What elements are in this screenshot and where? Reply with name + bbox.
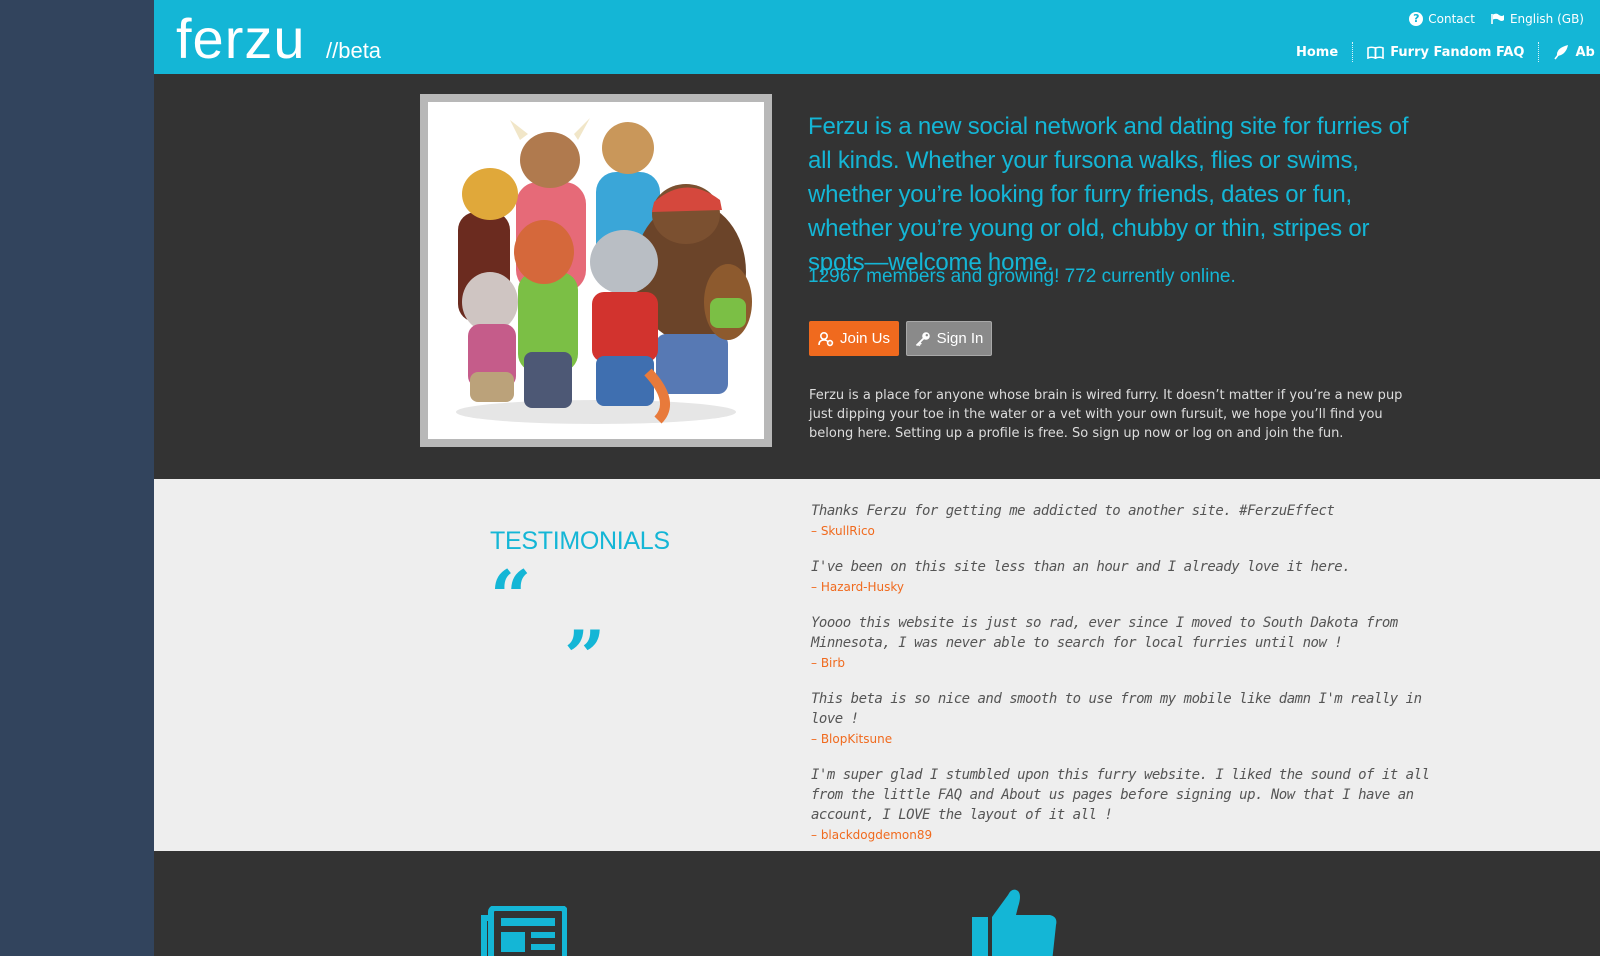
features-section <box>154 851 1600 956</box>
testimonial-item: This beta is so nice and smooth to use f… <box>811 689 1431 749</box>
language-label: English (GB) <box>1509 12 1584 26</box>
sign-in-label: Sign In <box>936 330 984 347</box>
hero-intro-text: Ferzu is a place for anyone whose brain … <box>809 388 1403 441</box>
hero-artwork <box>428 102 764 439</box>
flag-icon <box>1491 13 1504 24</box>
top-links: ? Contact English (GB) <box>1409 12 1584 26</box>
main-nav: Home Furry Fandom FAQ Ab <box>1282 42 1600 62</box>
user-plus-icon <box>818 331 834 346</box>
nav-home-label: Home <box>1296 44 1339 60</box>
testimonial-item: I've been on this site less than an hour… <box>811 557 1431 597</box>
left-sidebar <box>0 0 154 956</box>
testimonial-text: I'm super glad I stumbled upon this furr… <box>811 767 1430 823</box>
site-header: ferzu //beta ? Contact English (GB) Home <box>154 0 1600 74</box>
contact-link[interactable]: ? Contact <box>1409 12 1475 26</box>
testimonial-text: Yoooo this website is just so rad, ever … <box>811 615 1398 651</box>
feather-icon <box>1554 45 1569 60</box>
hero-tagline: Ferzu is a new social network and dating… <box>808 113 1409 276</box>
nav-faq[interactable]: Furry Fandom FAQ <box>1353 45 1538 60</box>
logo-beta-label: //beta <box>326 38 382 63</box>
testimonial-text: I've been on this site less than an hour… <box>811 559 1351 575</box>
testimonial-text: This beta is so nice and smooth to use f… <box>811 691 1422 727</box>
book-icon <box>1367 45 1384 59</box>
join-us-label: Join Us <box>839 330 891 347</box>
nav-about[interactable]: Ab <box>1539 44 1600 60</box>
testimonial-author[interactable]: – Hazard-Husky <box>811 577 1431 597</box>
language-selector[interactable]: English (GB) <box>1491 12 1584 26</box>
hero-section: Ferzu is a new social network and dating… <box>154 74 1600 479</box>
contact-label: Contact <box>1428 12 1475 26</box>
help-circle-icon: ? <box>1409 12 1424 26</box>
newspaper-icon <box>481 906 567 956</box>
join-us-button[interactable]: Join Us <box>809 321 899 356</box>
open-quote-icon: “ <box>490 554 532 639</box>
testimonial-text: Thanks Ferzu for getting me addicted to … <box>811 503 1335 519</box>
nav-about-label: Ab <box>1575 44 1595 60</box>
testimonial-author[interactable]: – Birb <box>811 653 1431 673</box>
close-quote-icon: ” <box>564 614 606 699</box>
nav-home[interactable]: Home <box>1282 45 1352 60</box>
hero-artwork-frame <box>420 94 772 447</box>
nav-faq-label: Furry Fandom FAQ <box>1390 44 1525 60</box>
sign-in-button[interactable]: Sign In <box>906 321 992 356</box>
testimonial-author[interactable]: – SkullRico <box>811 521 1431 541</box>
testimonials-list: Thanks Ferzu for getting me addicted to … <box>811 501 1431 861</box>
testimonials-section: TESTIMONIALS “ ” Thanks Ferzu for gettin… <box>154 479 1600 851</box>
testimonial-item: Thanks Ferzu for getting me addicted to … <box>811 501 1431 541</box>
main-page: ferzu //beta ? Contact English (GB) Home <box>154 0 1600 956</box>
key-icon <box>915 331 930 346</box>
testimonial-author[interactable]: – blackdogdemon89 <box>811 825 1431 845</box>
testimonials-title: TESTIMONIALS <box>490 527 670 555</box>
testimonial-author[interactable]: – BlopKitsune <box>811 729 1431 749</box>
member-count: 12967 members and growing! 772 currently… <box>808 266 1236 287</box>
testimonial-item: I'm super glad I stumbled upon this furr… <box>811 765 1431 845</box>
testimonial-item: Yoooo this website is just so rad, ever … <box>811 613 1431 673</box>
site-logo[interactable]: ferzu <box>176 4 306 74</box>
thumbs-up-icon <box>972 889 1057 956</box>
